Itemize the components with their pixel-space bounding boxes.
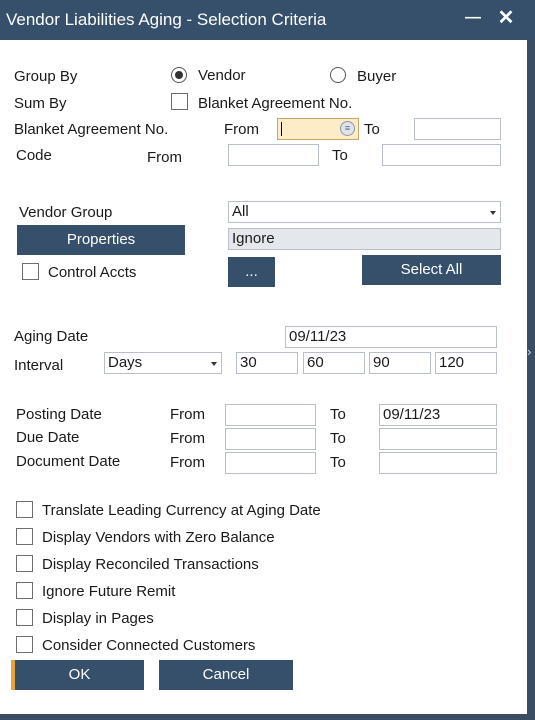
blanket-agreement-checkbox-label: Blanket Agreement No. <box>198 95 353 112</box>
sum-by-label: Sum By <box>14 95 67 112</box>
due-to-input[interactable] <box>379 428 497 450</box>
buyer-radio[interactable] <box>330 67 346 83</box>
document-to-label: To <box>330 454 346 471</box>
aging-date-label: Aging Date <box>14 328 89 345</box>
vendor-group-label: Vendor Group <box>19 204 113 221</box>
aging-date-input[interactable]: 09/11/23 <box>285 326 497 348</box>
reconciled-transactions-checkbox[interactable] <box>16 555 33 572</box>
code-to-input[interactable] <box>382 144 501 166</box>
cancel-button[interactable]: Cancel <box>159 660 293 690</box>
interval-2-input[interactable]: 60 <box>303 352 365 374</box>
document-date-label: Document Date <box>16 453 121 470</box>
interval-label: Interval <box>14 357 64 374</box>
due-to-label: To <box>330 430 346 447</box>
interval-4-input[interactable]: 120 <box>435 352 497 374</box>
posting-from-label: From <box>170 406 205 423</box>
chevron-right-icon: › <box>527 344 532 359</box>
due-from-input[interactable] <box>225 428 316 450</box>
zero-balance-label: Display Vendors with Zero Balance <box>42 529 275 546</box>
connected-customers-label: Consider Connected Customers <box>42 637 256 654</box>
chevron-down-icon <box>490 211 496 215</box>
blanket-from-input[interactable]: ≡ <box>277 118 359 140</box>
code-label: Code <box>16 147 52 164</box>
posting-date-label: Posting Date <box>16 406 102 423</box>
display-in-pages-label: Display in Pages <box>42 610 154 627</box>
translate-currency-label: Translate Leading Currency at Aging Date <box>42 502 321 519</box>
due-date-label: Due Date <box>16 429 80 446</box>
ignore-future-remit-checkbox[interactable] <box>16 582 33 599</box>
control-accts-label: Control Accts <box>48 264 137 281</box>
minimize-icon[interactable]: — <box>462 6 484 30</box>
window-title: Vendor Liabilities Aging - Selection Cri… <box>6 10 327 29</box>
text-cursor <box>281 122 282 136</box>
title-bar: Vendor Liabilities Aging - Selection Cri… <box>0 0 535 40</box>
interval-unit-select[interactable]: Days <box>104 352 222 374</box>
code-from-input[interactable] <box>228 144 319 166</box>
blanket-to-label: To <box>364 121 380 138</box>
select-all-button[interactable]: Select All <box>362 255 501 285</box>
control-accts-checkbox[interactable] <box>22 263 39 280</box>
selection-criteria-window: Vendor Liabilities Aging - Selection Cri… <box>0 0 535 720</box>
posting-from-input[interactable] <box>225 404 316 426</box>
blanket-to-input[interactable] <box>414 118 501 140</box>
vendor-radio[interactable] <box>171 67 187 83</box>
interval-1-input[interactable]: 30 <box>236 352 298 374</box>
connected-customers-checkbox[interactable] <box>16 636 33 653</box>
control-accts-more-button[interactable]: ... <box>228 257 275 287</box>
due-from-label: From <box>170 430 205 447</box>
zero-balance-checkbox[interactable] <box>16 528 33 545</box>
buyer-radio-label: Buyer <box>357 68 397 85</box>
vendor-group-select[interactable]: All <box>228 201 501 223</box>
properties-button[interactable]: Properties <box>17 225 185 255</box>
document-from-input[interactable] <box>225 452 316 474</box>
background-window-bottom <box>0 714 527 720</box>
document-to-input[interactable] <box>379 452 497 474</box>
blanket-from-label: From <box>224 121 259 138</box>
translate-currency-checkbox[interactable] <box>16 501 33 518</box>
reconciled-transactions-label: Display Reconciled Transactions <box>42 556 259 573</box>
document-from-label: From <box>170 454 205 471</box>
code-from-label: From <box>147 149 182 166</box>
ignore-future-remit-label: Ignore Future Remit <box>42 583 176 600</box>
posting-to-label: To <box>330 406 346 423</box>
display-in-pages-checkbox[interactable] <box>16 609 33 626</box>
ok-button[interactable]: OK <box>11 660 144 690</box>
vendor-radio-label: Vendor <box>198 67 246 84</box>
interval-3-input[interactable]: 90 <box>369 352 431 374</box>
lookup-icon[interactable]: ≡ <box>340 121 355 136</box>
background-window-edge: › <box>527 40 535 720</box>
code-to-label: To <box>332 147 348 164</box>
group-by-label: Group By <box>14 68 78 85</box>
close-icon[interactable]: ✕ <box>495 6 517 30</box>
blanket-agreement-label: Blanket Agreement No. <box>14 121 169 138</box>
properties-value: Ignore <box>228 228 501 250</box>
chevron-down-icon <box>211 362 217 366</box>
blanket-agreement-checkbox[interactable] <box>171 93 188 110</box>
posting-to-input[interactable]: 09/11/23 <box>379 404 497 426</box>
